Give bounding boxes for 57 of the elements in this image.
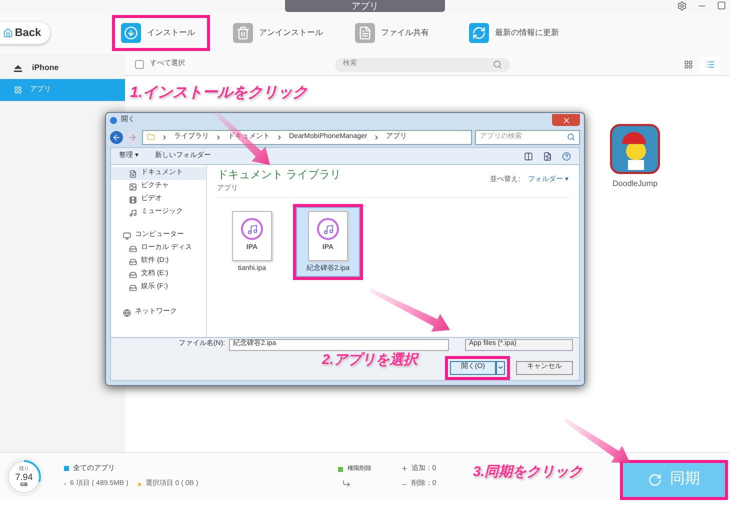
chevron-icon [161, 134, 168, 140]
maximize-icon[interactable] [717, 1, 726, 10]
library-title: ドキュメント ライブラリ [217, 168, 342, 183]
corner-arrow-icon [342, 479, 352, 488]
drive-icon [129, 258, 137, 266]
list-icon [706, 60, 714, 69]
documents-icon [129, 170, 137, 178]
back-button[interactable]: Back [0, 22, 50, 44]
caret-icon [497, 364, 504, 371]
search-icon [567, 133, 575, 141]
toolbar-button[interactable]: アンインストール [224, 15, 332, 51]
pictures-icon [129, 182, 137, 190]
apps-icon [14, 86, 22, 94]
app-name: DoodleJump [612, 178, 658, 190]
network-icon [123, 308, 131, 316]
drive-icon [129, 284, 137, 292]
plus-icon [401, 465, 408, 472]
storage-value: 7.94 [15, 472, 33, 482]
settings-icon[interactable] [677, 1, 687, 11]
share-icon [355, 23, 375, 43]
storage-gauge [6, 458, 42, 494]
sync-icon [648, 472, 662, 486]
install-icon [121, 23, 141, 43]
step-annotation: 1.インストールをクリック [130, 83, 308, 103]
drive-icon [129, 270, 137, 278]
toolbar-button[interactable]: ファイル共有 [346, 15, 446, 51]
device-name[interactable]: iPhone [0, 59, 125, 77]
folder-icon [147, 133, 155, 141]
window-title: アプリ [285, 0, 445, 12]
preview-pane-icon[interactable] [543, 152, 552, 160]
refresh-icon [469, 23, 489, 43]
chevron-icon [373, 134, 380, 140]
computer-icon [123, 232, 131, 240]
chevron-icon [215, 134, 222, 140]
dialog-icon [110, 116, 117, 124]
legend-square-icon [64, 466, 69, 472]
search-icon [493, 60, 502, 69]
toolbar-button[interactable]: インストール [112, 15, 210, 51]
home-icon [2, 28, 13, 38]
app-icon[interactable] [610, 124, 660, 174]
bullet-icon [138, 482, 142, 486]
video-icon [129, 196, 137, 204]
legend-square-icon [338, 467, 344, 472]
toolbar-button[interactable]: 最新の情報に更新 [460, 15, 568, 51]
music-icon [129, 208, 137, 216]
grid-icon [684, 60, 692, 69]
chevron-icon [276, 134, 283, 140]
step-annotation: 3.同期をクリック [473, 462, 583, 481]
close-button[interactable] [552, 114, 580, 126]
close-icon [562, 116, 570, 124]
help-icon[interactable] [562, 152, 571, 160]
step-annotation: 2.アプリを選択 [322, 350, 418, 369]
arrow [564, 418, 630, 463]
uninstall-icon [233, 23, 253, 43]
arrow [214, 110, 270, 165]
eject-icon [14, 64, 22, 72]
view-options-icon[interactable] [524, 152, 533, 160]
